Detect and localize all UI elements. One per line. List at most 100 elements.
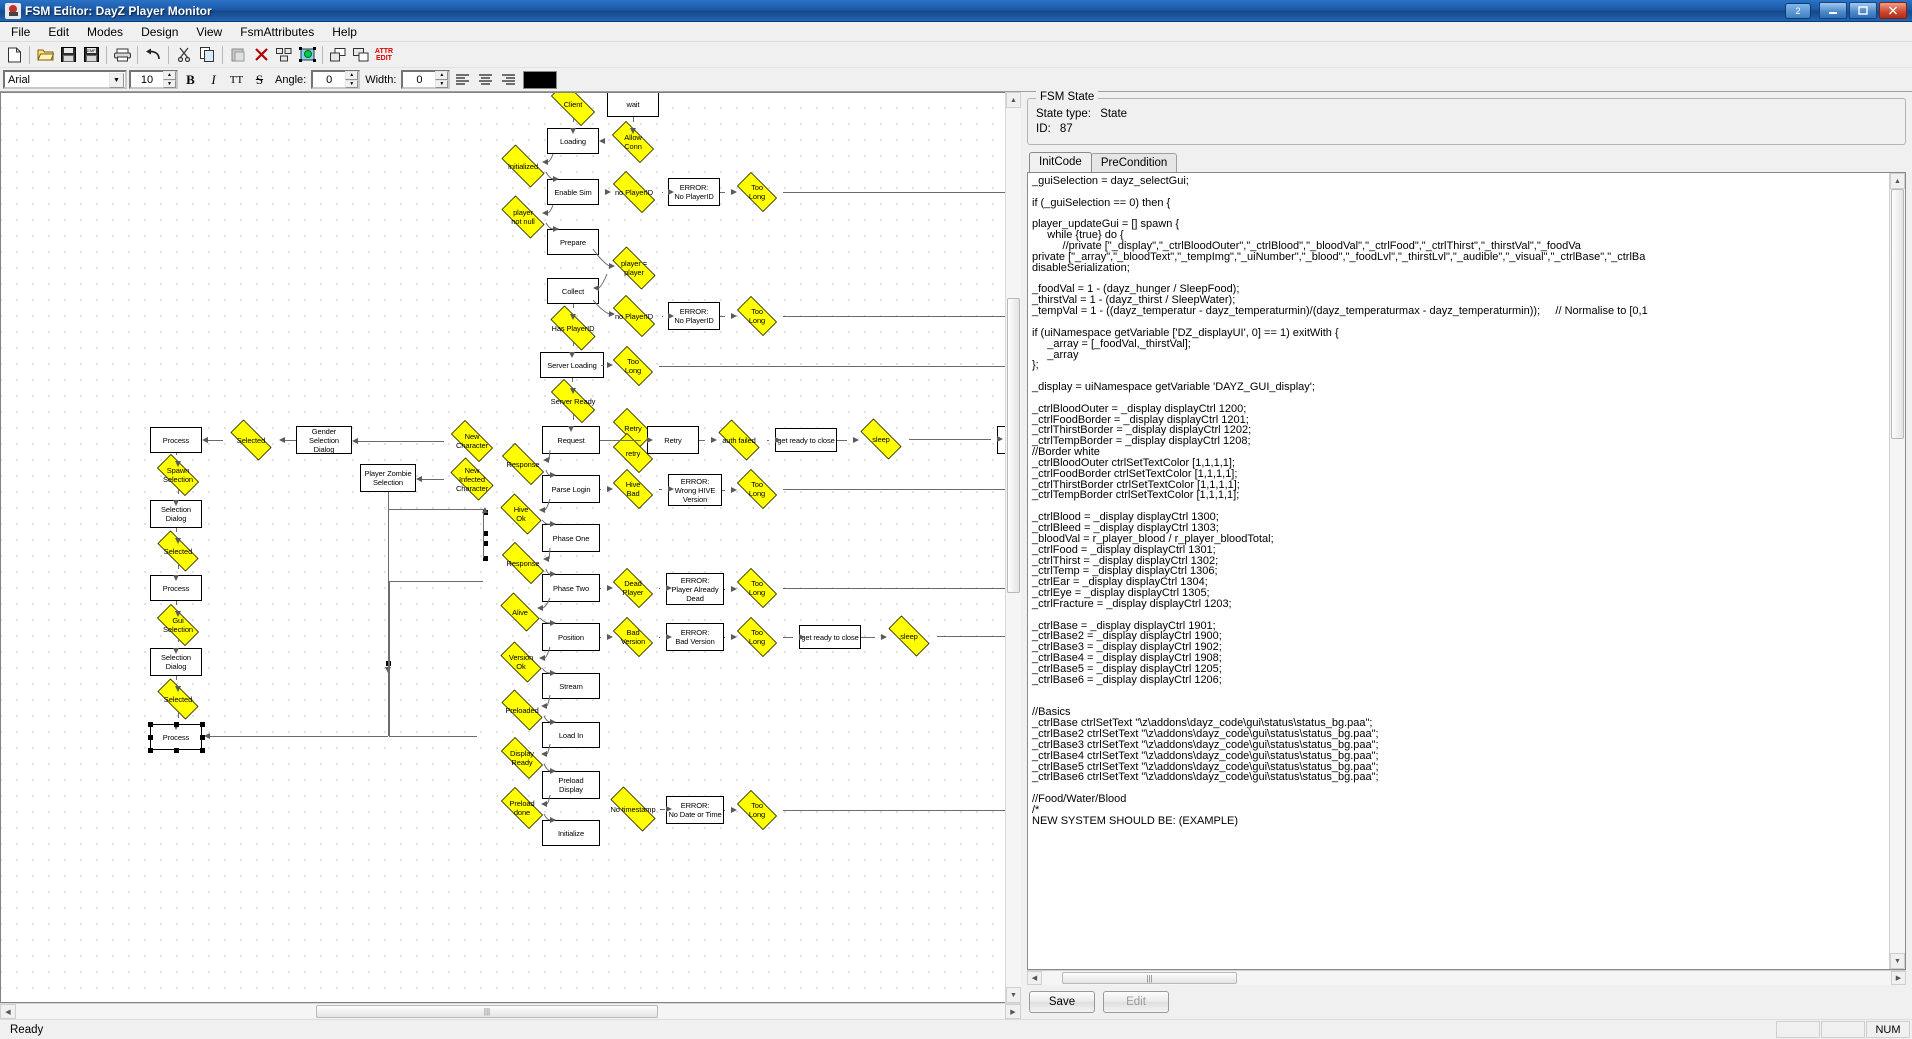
fsm-node-allow-conn[interactable]: Allow Conn bbox=[605, 121, 661, 163]
fsm-node-error-wrong-hive[interactable]: ERROR: Wrong HIVE Version bbox=[668, 474, 722, 506]
fsm-node-too-long-1[interactable]: Too Long bbox=[731, 172, 783, 212]
selection-handle[interactable] bbox=[200, 748, 205, 753]
send-back-icon[interactable] bbox=[350, 44, 372, 66]
canvas-vertical-scrollbar[interactable]: ▲ ▼ bbox=[1005, 92, 1021, 1003]
fsm-node-hive-bad[interactable]: Hive Bad bbox=[607, 469, 659, 509]
selection-handle[interactable] bbox=[174, 722, 179, 727]
fsm-node-too-long-6[interactable]: Too Long bbox=[731, 617, 783, 657]
copy-icon[interactable] bbox=[196, 44, 218, 66]
vscroll-thumb[interactable] bbox=[1007, 298, 1020, 593]
fsm-node-no-timestamp[interactable]: No timestamp bbox=[601, 786, 665, 832]
code-scroll-down-icon[interactable]: ▼ bbox=[1890, 953, 1905, 969]
bring-front-icon[interactable] bbox=[327, 44, 349, 66]
code-hscroll-thumb[interactable]: ||| bbox=[1062, 972, 1237, 984]
fsm-node-spawn-selection[interactable]: Spawn Selection bbox=[150, 454, 206, 496]
attr-edit-icon[interactable]: ATTR EDIT bbox=[373, 44, 395, 66]
bold-button[interactable]: B bbox=[180, 69, 201, 90]
save-button[interactable]: Save bbox=[1029, 991, 1095, 1013]
code-scroll-left-icon[interactable]: ◀ bbox=[1027, 971, 1042, 985]
fsm-node-player-zombie-selection[interactable]: Player Zombie Selection bbox=[360, 464, 416, 492]
export-emf-icon[interactable]: EMF bbox=[80, 44, 102, 66]
selection-handle[interactable] bbox=[148, 722, 153, 727]
fsm-node-too-long-5[interactable]: Too Long bbox=[731, 568, 783, 608]
cut-scissors-icon[interactable] bbox=[173, 44, 195, 66]
fsm-node-gui-selection[interactable]: Gui Selection bbox=[150, 604, 206, 646]
width-up[interactable]: ▲ bbox=[435, 71, 449, 80]
menu-help[interactable]: Help bbox=[323, 23, 366, 41]
selection-handle[interactable] bbox=[200, 722, 205, 727]
fsm-node-new-infected-character[interactable]: New Infected Character bbox=[444, 457, 500, 501]
canvas-horizontal-scrollbar[interactable]: ◀ ||| ▶ bbox=[0, 1003, 1021, 1019]
open-folder-icon[interactable] bbox=[34, 44, 56, 66]
scroll-down-icon[interactable]: ▼ bbox=[1006, 987, 1021, 1003]
align-center-icon[interactable] bbox=[475, 69, 496, 90]
select-objects-icon[interactable] bbox=[296, 44, 318, 66]
angle-down[interactable]: ▼ bbox=[345, 79, 359, 88]
angle-up[interactable]: ▲ bbox=[345, 71, 359, 80]
minimize-button[interactable] bbox=[1819, 2, 1847, 19]
hscroll-thumb[interactable]: ||| bbox=[316, 1005, 658, 1018]
delete-x-icon[interactable] bbox=[250, 44, 272, 66]
fsm-node-error-no-playerid-1[interactable]: ERROR: No PlayerID bbox=[668, 178, 720, 206]
fsm-node-no-playerid-1[interactable]: no PlayerID bbox=[605, 171, 663, 213]
group-icon[interactable] bbox=[273, 44, 295, 66]
scroll-up-icon[interactable]: ▲ bbox=[1006, 92, 1021, 108]
new-file-icon[interactable] bbox=[3, 44, 25, 66]
fsm-node-get-ready-close-2[interactable]: get ready to close bbox=[799, 625, 861, 649]
font-size-spinner[interactable]: 10 ▲ ▼ bbox=[129, 70, 178, 89]
menu-edit[interactable]: Edit bbox=[39, 23, 78, 41]
fsm-node-error-bad-version[interactable]: ERROR: Bad Version bbox=[666, 623, 724, 651]
tab-initcode[interactable]: InitCode bbox=[1029, 152, 1092, 172]
italic-button[interactable]: I bbox=[203, 69, 224, 90]
chevron-down-icon[interactable]: ▼ bbox=[109, 73, 124, 88]
vscroll-track[interactable] bbox=[1006, 108, 1021, 987]
fsm-node-error-no-playerid-2[interactable]: ERROR: No PlayerID bbox=[668, 302, 720, 330]
fsm-node-client[interactable]: Client bbox=[543, 93, 603, 126]
save-disk-icon[interactable] bbox=[57, 44, 79, 66]
angle-spinner[interactable]: 0 ▲ ▼ bbox=[311, 70, 361, 89]
fsm-node-get-ready-close-1[interactable]: get ready to close bbox=[775, 428, 837, 452]
code-scroll-up-icon[interactable]: ▲ bbox=[1890, 173, 1905, 189]
fsm-node-gender-selection-dialog[interactable]: Gender Selection Dialog bbox=[296, 426, 352, 454]
code-vertical-scrollbar[interactable]: ▲ ▼ bbox=[1889, 173, 1905, 969]
fsm-node-process-1[interactable]: Process bbox=[150, 427, 202, 453]
fsm-node-too-long-2[interactable]: Too Long bbox=[731, 296, 783, 336]
fsm-node-sleep-2[interactable]: sleep bbox=[881, 615, 937, 657]
code-hscroll-track[interactable]: ||| bbox=[1042, 971, 1891, 985]
fsm-node-too-long-7[interactable]: Too Long bbox=[731, 790, 783, 830]
fsm-node-selected-1[interactable]: Selected bbox=[223, 419, 279, 461]
fsm-node-retry-box[interactable]: Retry bbox=[647, 426, 699, 454]
menu-fsmattributes[interactable]: FsmAttributes bbox=[231, 23, 323, 41]
fsm-node-error-already-dead[interactable]: ERROR: Player Already Dead bbox=[666, 573, 724, 605]
tab-precondition[interactable]: PreCondition bbox=[1090, 153, 1178, 172]
align-left-icon[interactable] bbox=[452, 69, 473, 90]
fsm-node-error-no-date[interactable]: ERROR: No Date or Time bbox=[666, 796, 724, 824]
width-spinner[interactable]: 0 ▲ ▼ bbox=[401, 70, 451, 89]
code-vscroll-track[interactable] bbox=[1890, 189, 1905, 953]
width-down[interactable]: ▼ bbox=[435, 79, 449, 88]
scroll-right-icon[interactable]: ▶ bbox=[1005, 1004, 1021, 1019]
font-size-down[interactable]: ▼ bbox=[163, 79, 176, 88]
fsm-canvas[interactable]: Client wait Loading Allow Conn Initialized Ena… bbox=[0, 92, 1005, 1003]
scroll-left-icon[interactable]: ◀ bbox=[0, 1004, 16, 1019]
hscroll-track[interactable]: ||| bbox=[16, 1004, 1005, 1019]
paste-icon[interactable] bbox=[227, 44, 249, 66]
fsm-node-new-character[interactable]: New Character bbox=[444, 420, 500, 462]
maximize-button[interactable] bbox=[1849, 2, 1877, 19]
font-family-combo[interactable]: Arial ▼ bbox=[3, 70, 127, 89]
selection-handle[interactable] bbox=[174, 748, 179, 753]
menu-view[interactable]: View bbox=[187, 23, 231, 41]
strikethrough-button[interactable]: S bbox=[249, 69, 270, 90]
selection-handle[interactable] bbox=[148, 748, 153, 753]
undo-icon[interactable] bbox=[142, 44, 164, 66]
code-scroll-right-icon[interactable]: ▶ bbox=[1891, 971, 1906, 985]
align-right-icon[interactable] bbox=[498, 69, 519, 90]
fsm-node-too-long-4[interactable]: Too Long bbox=[731, 469, 783, 509]
code-vscroll-thumb[interactable] bbox=[1891, 189, 1904, 439]
fsm-node-sleep-1[interactable]: sleep bbox=[853, 418, 909, 460]
code-editor[interactable]: _guiSelection = dayz_selectGui; if (_gui… bbox=[1028, 173, 1889, 969]
font-size-up[interactable]: ▲ bbox=[163, 71, 176, 80]
selection-handle[interactable] bbox=[148, 735, 153, 740]
selection-handle[interactable] bbox=[200, 735, 205, 740]
fsm-node-too-long-3[interactable]: Too Long bbox=[607, 346, 659, 386]
